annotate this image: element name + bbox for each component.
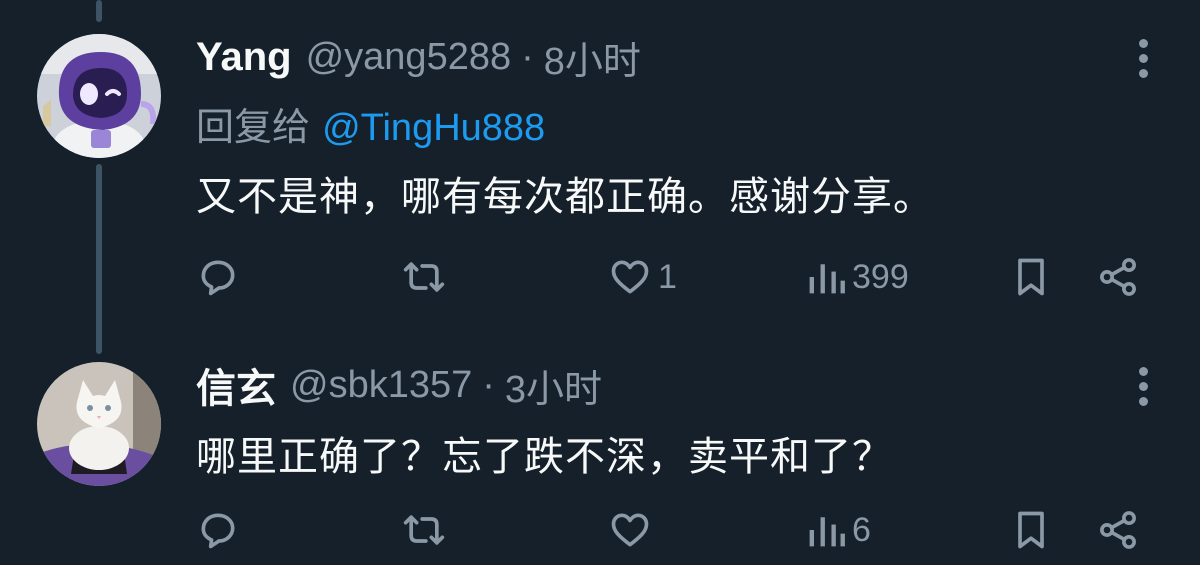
thread-line-top: [96, 0, 102, 22]
tweet-text: 又不是神，哪有每次都正确。感谢分享。: [196, 174, 934, 220]
tweet-text: 哪里正确了？忘了跌不深，卖平和了？: [196, 434, 893, 480]
retweet-button[interactable]: [400, 255, 448, 299]
more-dot-icon: [1138, 68, 1148, 78]
reply-bubble-icon: [201, 260, 235, 296]
bookmark-icon: [1018, 258, 1044, 296]
display-name[interactable]: Yang: [196, 35, 292, 80]
more-dot-icon: [1138, 381, 1148, 391]
white-cat-icon: [37, 362, 161, 486]
display-name[interactable]: 信玄: [196, 356, 276, 414]
timestamp[interactable]: 8小时: [544, 30, 641, 85]
separator-dot: ·: [521, 35, 534, 78]
tweet-header: Yang @yang5288 · 8小时: [196, 30, 641, 85]
share-nodes-icon: [1100, 258, 1136, 296]
analytics-bars-icon: [809, 264, 845, 294]
like-count: 1: [658, 257, 677, 296]
reply-mention-link[interactable]: @TingHu888: [322, 107, 545, 149]
bookmark-button[interactable]: [1012, 508, 1050, 552]
reply-button[interactable]: [196, 255, 240, 299]
more-options-button[interactable]: [1128, 34, 1158, 82]
views-button[interactable]: 399: [806, 255, 909, 299]
more-dot-icon: [1138, 366, 1148, 376]
more-dot-icon: [1138, 53, 1148, 63]
retweet-arrows-icon: [403, 262, 445, 292]
retweet-arrows-icon: [403, 515, 445, 545]
reply-button[interactable]: [196, 508, 240, 552]
thread-line-connector: [96, 164, 102, 354]
bookmark-icon: [1018, 511, 1044, 549]
avatar[interactable]: [37, 362, 161, 486]
replying-to: 回复给 @TingHu888: [196, 96, 545, 151]
separator-dot: ·: [482, 363, 495, 406]
user-handle[interactable]: @yang5288: [306, 36, 512, 79]
bookmark-button[interactable]: [1012, 255, 1050, 299]
reply-prefix: 回复给: [196, 105, 311, 149]
retweet-button[interactable]: [400, 508, 448, 552]
reply-bubble-icon: [201, 513, 235, 549]
view-count: 6: [852, 510, 871, 549]
more-dot-icon: [1138, 396, 1148, 406]
avatar[interactable]: [37, 34, 161, 158]
timestamp[interactable]: 3小时: [505, 358, 602, 413]
share-nodes-icon: [1100, 511, 1136, 549]
like-button[interactable]: [608, 508, 652, 552]
more-options-button[interactable]: [1128, 362, 1158, 410]
like-button[interactable]: 1: [608, 255, 677, 299]
heart-icon: [611, 513, 649, 547]
user-handle[interactable]: @sbk1357: [290, 364, 472, 407]
more-dot-icon: [1138, 38, 1148, 48]
heart-icon: [611, 260, 649, 294]
purple-cartoon-character-icon: [37, 34, 161, 158]
views-button[interactable]: 6: [806, 508, 871, 552]
tweet-header: 信玄 @sbk1357 · 3小时: [196, 358, 602, 413]
share-button[interactable]: [1096, 255, 1140, 299]
analytics-bars-icon: [809, 517, 845, 547]
share-button[interactable]: [1096, 508, 1140, 552]
view-count: 399: [852, 257, 909, 296]
